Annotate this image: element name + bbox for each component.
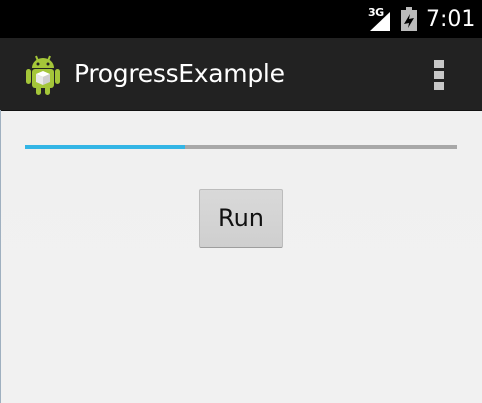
android-icon <box>26 55 60 95</box>
progress-bar <box>25 145 457 149</box>
clock: 7:01 <box>426 7 476 32</box>
progress-fill <box>25 145 185 149</box>
action-bar: ProgressExample <box>0 38 482 111</box>
app-title: ProgressExample <box>74 59 285 88</box>
run-button[interactable]: Run <box>199 189 283 248</box>
battery-icon <box>401 7 417 31</box>
app-screen: 3G 7:01 ProgressExample Run <box>0 0 482 403</box>
signal-icon <box>370 12 390 31</box>
window-edge <box>0 110 1 403</box>
status-bar: 3G 7:01 <box>0 0 482 38</box>
overflow-menu-icon[interactable] <box>425 57 453 91</box>
